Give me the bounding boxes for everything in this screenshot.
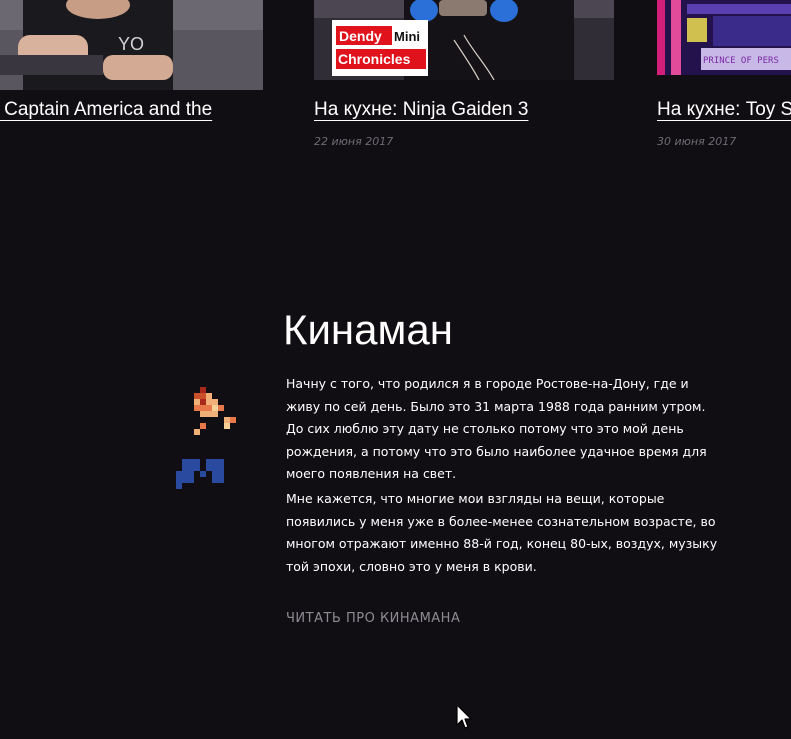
badge-dendy: Dendy — [339, 28, 382, 44]
article-thumbnail[interactable]: Dendy Mini Chronicles — [314, 0, 614, 80]
read-about-author-link[interactable]: ЧИТАТЬ ПРО КИНАМАНА — [286, 611, 460, 626]
author-bio-paragraph-2: Мне кажется, что многие мои взгляды на в… — [286, 491, 718, 574]
pixel-character-icon — [176, 387, 236, 489]
thumb-game-text: PRINCE OF PERS — [703, 56, 779, 66]
thumbnail-image: Dendy Mini Chronicles — [314, 0, 614, 80]
author-bio-paragraph-1: Начну с того, что родился я в городе Рос… — [286, 376, 707, 481]
article-thumbnail[interactable]: YO — [0, 0, 263, 90]
badge-chronicles: Chronicles — [338, 51, 411, 67]
mouse-cursor-icon — [456, 704, 472, 729]
article-thumbnail[interactable]: PRINCE OF PERS — [657, 0, 791, 75]
article-date: 22 июня 2017 — [314, 135, 394, 148]
author-name-heading: Кинаман — [283, 306, 453, 353]
article-title-line-1[interactable]: хне: Captain America and the — [0, 94, 212, 126]
page: YO хне: Captain America and the ers 017 … — [0, 0, 791, 739]
svg-text:YO: YO — [118, 34, 144, 54]
article-title[interactable]: На кухне: Toy S — [657, 94, 791, 126]
article-date: 30 июня 2017 — [657, 135, 737, 148]
thumbnail-image: YO — [0, 0, 263, 90]
thumbnail-image: PRINCE OF PERS — [657, 0, 791, 75]
badge-mini: Mini — [394, 29, 420, 44]
article-title[interactable]: На кухне: Ninja Gaiden 3 — [314, 94, 528, 126]
